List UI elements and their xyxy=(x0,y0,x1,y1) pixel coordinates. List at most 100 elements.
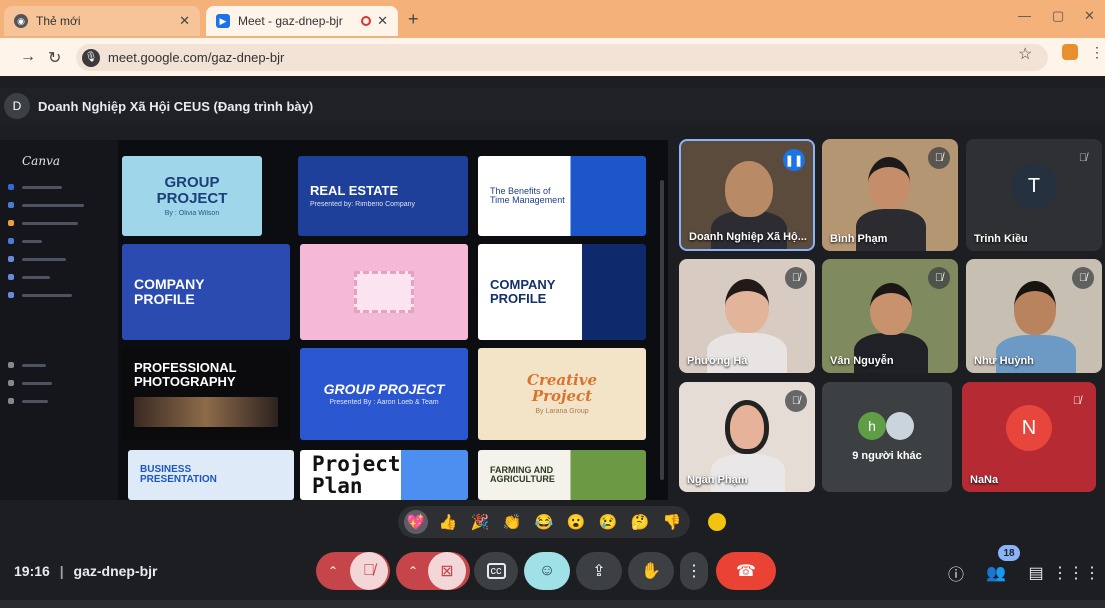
template-tile[interactable]: Creative Project By Larana Group xyxy=(478,348,646,440)
maximize-icon[interactable]: ▢ xyxy=(1052,8,1064,24)
participant-tile[interactable]: 🎙̸ Bình Phạm xyxy=(822,139,958,251)
raise-hand-button[interactable]: ✋ xyxy=(628,552,674,590)
participant-tile[interactable]: 🎙̸ Ngân Phạm xyxy=(679,382,815,492)
recording-icon xyxy=(361,16,372,26)
meet-toolbar: 19:16 | gaz-dnep-bjr ⌃ 🎙̸ ⌃ ⊠ cc ☺ ⇪ ✋ ⋮ xyxy=(0,548,1105,598)
more-options-button[interactable]: ⋮ xyxy=(680,552,708,590)
meeting-time: 19:16 xyxy=(14,563,50,579)
participant-tile[interactable]: ❚❚ Doanh Nghiệp Xã Hộ... xyxy=(679,139,815,251)
canva-logo: Canva xyxy=(22,154,60,168)
mic-off-icon: 🎙̸ xyxy=(1072,267,1094,289)
mic-toggle-button[interactable]: 🎙̸ xyxy=(350,552,388,590)
camera-off-icon: ⊠ xyxy=(440,563,454,580)
close-tab-icon[interactable]: ✕ xyxy=(377,13,388,29)
participant-avatar: T xyxy=(1011,163,1057,210)
activities-icon[interactable]: ⋮⋮⋮ xyxy=(1052,561,1100,585)
template-tile[interactable]: The Benefits of Time Management xyxy=(478,156,646,236)
participant-avatar xyxy=(886,412,914,440)
surprised-reaction-icon[interactable]: 😮 xyxy=(564,510,588,534)
captions-button[interactable]: cc xyxy=(474,552,518,590)
sad-reaction-icon[interactable]: 😢 xyxy=(596,510,620,534)
photo-graphic xyxy=(134,396,278,427)
mic-off-icon: 🎙̸ xyxy=(928,147,950,169)
end-call-button[interactable]: ☎ xyxy=(716,552,776,590)
present-button[interactable]: ⇪ xyxy=(576,552,622,590)
smiley-icon: ☺ xyxy=(538,562,556,579)
meeting-code: gaz-dnep-bjr xyxy=(73,563,158,579)
chevron-up-icon: ⌃ xyxy=(408,564,419,578)
participant-tile[interactable]: T 🎙̸ Trinh Kiều xyxy=(966,139,1102,251)
participant-tile[interactable]: N 🎙̸ NaNa xyxy=(962,382,1096,492)
hang-up-icon: ☎ xyxy=(736,563,756,580)
template-tile[interactable]: BUSINESS PRESENTATION xyxy=(128,450,294,500)
new-tab-button[interactable]: + xyxy=(408,9,419,30)
presenter-avatar: D xyxy=(4,93,30,119)
mic-off-icon: 🎙̸ xyxy=(785,267,807,289)
clap-reaction-icon[interactable]: 👏 xyxy=(500,510,524,534)
scrollbar[interactable] xyxy=(660,180,664,480)
participant-avatar: h xyxy=(858,412,886,440)
template-tile[interactable]: PROFESSIONAL PHOTOGRAPHY xyxy=(122,348,290,440)
browser-menu-icon[interactable]: ⋮ xyxy=(1090,44,1104,61)
template-tile[interactable]: COMPANY PROFILE xyxy=(478,244,646,340)
hand-icon: ✋ xyxy=(641,563,661,580)
reactions-bar: 💖 👍 🎉 👏 😂 😮 😢 🤔 👎 xyxy=(398,506,690,538)
meeting-details-icon[interactable]: ⓘ xyxy=(944,561,968,585)
bookmark-star-icon[interactable]: ☆ xyxy=(1018,44,1032,64)
captions-icon: cc xyxy=(486,563,506,579)
mic-off-icon: 🎙̸ xyxy=(785,390,807,412)
close-tab-icon[interactable]: ✕ xyxy=(179,13,190,29)
shared-screen[interactable]: Canva GROUP PROJECT By : Olivia Wilson R… xyxy=(0,140,668,500)
skin-tone-picker[interactable] xyxy=(708,513,726,531)
people-count-badge: 18 xyxy=(998,545,1020,561)
template-tile[interactable] xyxy=(300,244,468,340)
participant-tile[interactable]: 🎙̸ Phương Hà xyxy=(679,259,815,373)
mic-off-icon: 🎙̸ xyxy=(928,267,950,289)
microphone-permission-icon[interactable]: 🎙 xyxy=(82,48,100,67)
canva-sidebar: Canva xyxy=(0,140,118,500)
address-bar-row: → ↻ 🎙 meet.google.com/gaz-dnep-bjr xyxy=(0,38,1105,76)
extension-icon[interactable] xyxy=(1062,44,1078,60)
heart-reaction-icon[interactable]: 💖 xyxy=(404,510,428,534)
chat-icon[interactable]: ▤ xyxy=(1024,561,1048,585)
envelope-graphic xyxy=(354,271,414,313)
meeting-info: 19:16 | gaz-dnep-bjr xyxy=(14,563,158,579)
meet-icon: ▶ xyxy=(216,14,230,28)
laugh-reaction-icon[interactable]: 😂 xyxy=(532,510,556,534)
tab-label: Thẻ mới xyxy=(36,14,81,28)
speaking-indicator-icon: ❚❚ xyxy=(783,149,805,171)
participant-tile[interactable]: 🎙̸ Vân Nguyễn xyxy=(822,259,958,373)
participant-tile[interactable]: 🎙̸ Như Huỳnh xyxy=(966,259,1102,373)
others-count-label: 9 người khác xyxy=(852,450,922,462)
reload-icon[interactable]: ↻ xyxy=(48,48,61,68)
minimize-icon[interactable]: — xyxy=(1018,8,1031,23)
template-tile[interactable]: GROUP PROJECT Presented By : Aaron Loeb … xyxy=(300,348,468,440)
camera-toggle-button[interactable]: ⊠ xyxy=(428,552,466,590)
tab-meet[interactable]: ▶ Meet - gaz-dnep-bjr ✕ xyxy=(206,6,398,36)
screen: ◉ Thẻ mới ✕ ▶ Meet - gaz-dnep-bjr ✕ + — … xyxy=(0,0,1105,608)
template-tile[interactable]: GROUP PROJECT By : Olivia Wilson xyxy=(122,156,262,236)
bottom-bar xyxy=(0,600,1105,608)
mic-off-icon: 🎙̸ xyxy=(363,562,375,579)
reactions-button[interactable]: ☺ xyxy=(524,552,570,590)
present-screen-icon: ⇪ xyxy=(592,563,606,580)
template-tile[interactable]: COMPANY PROFILE xyxy=(122,244,290,340)
people-icon[interactable]: 👥 xyxy=(984,561,1008,585)
thumbs-up-reaction-icon[interactable]: 👍 xyxy=(436,510,460,534)
mic-off-icon: 🎙̸ xyxy=(1078,152,1088,164)
template-tile[interactable]: REAL ESTATE Presented by: Rimberio Compa… xyxy=(298,156,468,236)
url-field[interactable]: 🎙 meet.google.com/gaz-dnep-bjr xyxy=(76,44,1048,71)
tab-new-tab[interactable]: ◉ Thẻ mới ✕ xyxy=(4,6,200,36)
template-tile[interactable]: Project Plan xyxy=(300,450,468,500)
thumbs-down-reaction-icon[interactable]: 👎 xyxy=(660,510,684,534)
template-tile[interactable]: FARMING AND AGRICULTURE xyxy=(478,450,646,500)
close-window-icon[interactable]: ✕ xyxy=(1084,8,1095,24)
chrome-icon: ◉ xyxy=(14,14,28,28)
chevron-up-icon: ⌃ xyxy=(328,564,339,578)
thinking-reaction-icon[interactable]: 🤔 xyxy=(628,510,652,534)
participant-tile-others[interactable]: h 9 người khác xyxy=(822,382,952,492)
forward-icon[interactable]: → xyxy=(20,48,36,66)
party-reaction-icon[interactable]: 🎉 xyxy=(468,510,492,534)
meet-header: D Doanh Nghiệp Xã Hội CEUS (Đang trình b… xyxy=(0,88,1105,124)
more-vertical-icon: ⋮ xyxy=(686,563,702,580)
